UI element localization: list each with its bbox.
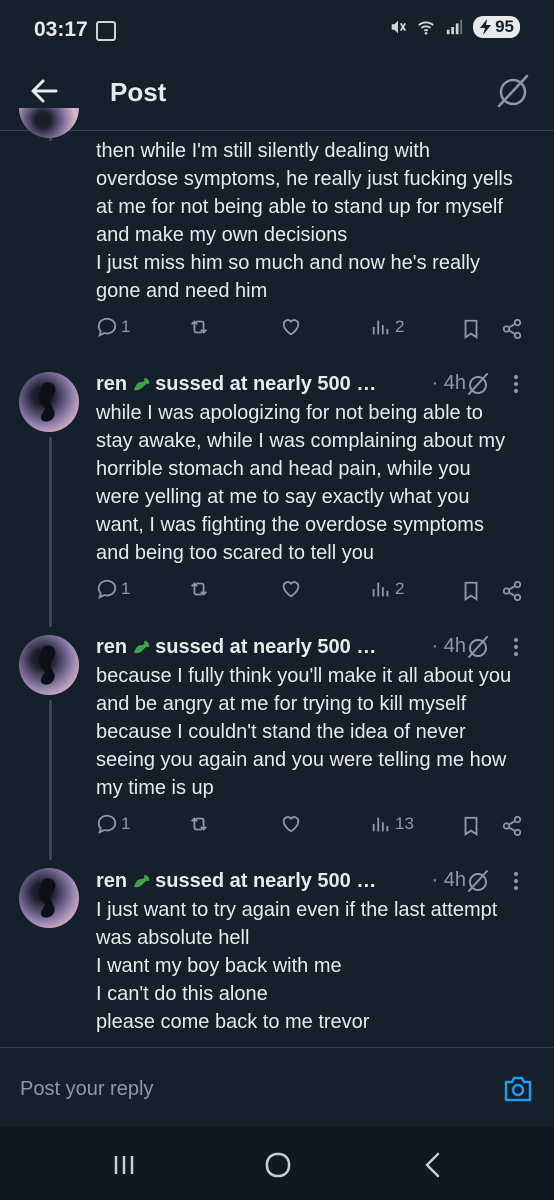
repost-button[interactable] [188, 813, 210, 835]
back-arrow-icon[interactable] [28, 75, 60, 107]
post-header: ren sussed at nearly 500 … · 4h [96, 869, 536, 897]
post-header: ren sussed at nearly 500 … · 4h [96, 635, 536, 663]
view-count: 2 [395, 579, 405, 598]
views-icon [372, 582, 389, 597]
author-name[interactable]: ren [96, 373, 127, 395]
reply-input-placeholder[interactable]: Post your reply [20, 1078, 153, 1101]
views-icon [372, 320, 389, 335]
views-button[interactable]: 13 [370, 813, 414, 835]
nav-back-icon[interactable] [416, 1147, 452, 1183]
thread-line [49, 700, 52, 860]
grok-icon[interactable] [466, 372, 490, 396]
more-options-icon[interactable] [506, 869, 526, 893]
status-time: 03:17 [34, 18, 88, 41]
reply-count: 1 [121, 814, 131, 833]
avatar[interactable] [19, 108, 79, 138]
like-button[interactable] [280, 316, 302, 338]
reply-button[interactable]: 1 [96, 578, 130, 600]
page-title: Post [110, 77, 167, 107]
reply-count: 1 [121, 579, 131, 598]
bookmark-icon[interactable] [460, 815, 482, 837]
grok-icon[interactable] [466, 869, 490, 893]
post-text: while I was apologizing for not being ab… [96, 402, 506, 564]
repost-icon [191, 320, 207, 334]
home-icon[interactable] [260, 1147, 296, 1183]
reply-button[interactable]: 1 [96, 813, 130, 835]
avatar-figure [38, 382, 56, 422]
avatar[interactable] [19, 868, 79, 928]
share-icon[interactable] [501, 580, 523, 602]
share-icon[interactable] [501, 318, 523, 340]
author-handle[interactable]: sussed at nearly 500 … [155, 636, 376, 658]
author-handle[interactable]: sussed at nearly 500 … [155, 373, 376, 395]
top-app-bar: Post [0, 60, 554, 131]
post-time: · 4h [431, 372, 466, 394]
repost-icon [191, 582, 207, 596]
post-actions: 1 2 [96, 316, 526, 344]
reply-icon [97, 814, 117, 834]
reply-count: 1 [121, 317, 131, 336]
post-header: ren sussed at nearly 500 … · 4h [96, 372, 536, 400]
reply-icon [97, 317, 117, 337]
bookmark-icon[interactable] [460, 580, 482, 602]
dragon-emoji-icon [134, 641, 150, 654]
repost-button[interactable] [188, 316, 210, 338]
share-icon[interactable] [501, 815, 523, 837]
more-options-icon[interactable] [506, 372, 526, 396]
avatar-figure [38, 645, 56, 685]
reply-composer[interactable]: Post your reply [0, 1047, 554, 1128]
author-handle[interactable]: sussed at nearly 500 … [155, 870, 376, 892]
reply-button[interactable]: 1 [96, 316, 130, 338]
wifi-icon [418, 21, 434, 35]
post-text: I just want to try again even if the las… [96, 899, 498, 1033]
views-icon [372, 817, 389, 832]
more-options-icon[interactable] [506, 635, 526, 659]
post-time: · 4h [431, 635, 466, 657]
author-name[interactable]: ren [96, 870, 127, 892]
like-button[interactable] [280, 578, 302, 600]
signal-icon [446, 19, 463, 35]
status-bar: 03:17 95 [0, 0, 554, 60]
camera-icon[interactable] [502, 1074, 534, 1104]
system-nav-bar [0, 1127, 554, 1200]
heart-icon [282, 816, 300, 833]
heart-icon [282, 581, 300, 598]
bookmark-icon[interactable] [460, 318, 482, 340]
post-text: because I fully think you'll make it all… [96, 665, 512, 799]
repost-button[interactable] [188, 578, 210, 600]
view-count: 2 [395, 317, 405, 336]
like-button[interactable] [280, 813, 302, 835]
view-count: 13 [395, 814, 414, 833]
author-name[interactable]: ren [96, 636, 127, 658]
dragon-emoji-icon [134, 875, 150, 888]
views-button[interactable]: 2 [370, 578, 404, 600]
post-time: · 4h [431, 869, 466, 891]
thread-line [49, 437, 52, 627]
dragon-emoji-icon [134, 378, 150, 391]
grok-icon[interactable] [494, 72, 532, 110]
heart-icon [282, 319, 300, 336]
battery-indicator: 95 [473, 16, 520, 38]
reply-icon [97, 579, 117, 599]
post-text: then while I'm still silently dealing wi… [96, 140, 513, 302]
post-actions: 1 2 [96, 578, 526, 606]
views-button[interactable]: 2 [370, 316, 404, 338]
grok-icon[interactable] [466, 635, 490, 659]
mute-icon [391, 20, 407, 34]
screen-record-icon [96, 21, 116, 41]
avatar-figure [38, 878, 56, 918]
recent-apps-icon[interactable] [106, 1147, 142, 1183]
battery-level: 95 [495, 17, 514, 36]
avatar[interactable] [19, 635, 79, 695]
avatar[interactable] [19, 372, 79, 432]
charging-icon [480, 19, 492, 35]
repost-icon [191, 817, 207, 831]
post-actions: 1 13 [96, 813, 526, 841]
